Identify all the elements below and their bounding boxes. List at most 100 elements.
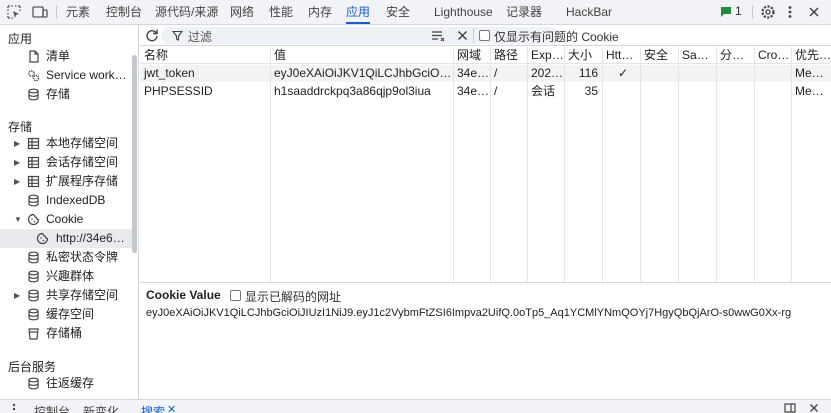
tab-elements[interactable]: 元素 [66, 0, 90, 24]
sidebar-item-label: Service work… [46, 68, 127, 82]
refresh-icon[interactable] [145, 28, 159, 42]
sidebar-item-label: 会话存储空间 [46, 155, 119, 169]
column-divider[interactable] [678, 47, 679, 283]
gear-icon[interactable] [760, 4, 776, 20]
cookie-cross-site [754, 65, 791, 82]
show-decoded-label: 显示已解码的网址 [245, 290, 342, 304]
show-decoded-checkbox[interactable] [230, 290, 241, 301]
close-icon[interactable] [808, 6, 820, 18]
sidebar-item-service-workers[interactable]: Service work… [0, 66, 132, 85]
sidebar-item-session-storage[interactable]: ▶ 会话存储空间 [0, 153, 132, 172]
database-icon [28, 270, 39, 283]
filter-placeholder: 过滤 [188, 30, 213, 44]
column-header-httponly[interactable]: Htt… [602, 47, 640, 64]
cookie-httponly [602, 83, 640, 100]
column-header-expires[interactable]: Expi… [527, 47, 564, 64]
issues-button[interactable]: 1 [720, 4, 748, 19]
sidebar-item-shared-storage[interactable]: ▶ 共享存储空间 [0, 286, 132, 305]
column-header-cross-site[interactable]: Cro… [754, 47, 791, 64]
drawer-menu-icon[interactable] [12, 403, 16, 413]
column-divider[interactable] [270, 47, 271, 283]
cookie-value-text[interactable]: eyJ0eXAiOiJKV1QiLCJhbGciOiJIUzI1NiJ9.eyJ… [146, 307, 826, 319]
sidebar-item-interest-groups[interactable]: 兴趣群体 [0, 267, 132, 286]
column-divider[interactable] [602, 47, 603, 283]
column-header-partition[interactable]: 分区… [716, 47, 754, 64]
database-icon [28, 289, 39, 302]
sidebar-item-local-storage[interactable]: ▶ 本地存储空间 [0, 134, 132, 153]
table-row[interactable]: jwt_token eyJ0eXAiOiJKV1QiLCJhbGciOiJIU…… [140, 65, 831, 82]
tab-hackbar[interactable]: HackBar [566, 0, 612, 24]
column-divider[interactable] [754, 47, 755, 283]
sidebar-item-label: 缓存空间 [46, 307, 95, 321]
tab-security[interactable]: 安全 [386, 0, 410, 24]
database-icon [28, 377, 39, 390]
sidebar-item-label: IndexedDB [46, 193, 106, 207]
collapse-arrow-icon[interactable]: ▼ [14, 210, 22, 229]
sidebar-item-label: Cookie [46, 212, 84, 226]
clear-filtered-icon[interactable] [431, 29, 446, 43]
sidebar-item-manifest[interactable]: 清单 [0, 47, 132, 66]
expand-arrow-icon[interactable]: ▶ [14, 153, 20, 172]
column-header-priority[interactable]: 优先… [791, 47, 831, 64]
sidebar-section-application: 应用 [8, 32, 33, 46]
tab-memory[interactable]: 内存 [308, 0, 332, 24]
drawer-tab-close-icon[interactable]: ✕ [167, 403, 176, 413]
cookie-path: / [494, 84, 498, 98]
sidebar-item-private-state-tokens[interactable]: 私密状态令牌 [0, 248, 132, 267]
issues-count: 1 [735, 4, 742, 18]
column-header-samesite[interactable]: Sam… [678, 47, 716, 64]
close-drawer-icon[interactable] [809, 403, 819, 413]
sidebar-scrollbar[interactable] [132, 55, 137, 253]
filter-icon [172, 30, 183, 41]
column-header-secure[interactable]: 安全 [640, 47, 678, 64]
drawer-tab-whats-new[interactable]: 新变化 [83, 403, 119, 413]
cookie-domain: 34e… [457, 84, 490, 98]
drawer-tab-console[interactable]: 控制台 [34, 403, 70, 413]
sidebar-item-cookie-origin[interactable]: http://34e6… [0, 229, 132, 248]
sidebar-item-extension-storage[interactable]: ▶ 扩展程序存储 [0, 172, 132, 191]
sidebar-item-label: 存储 [46, 87, 71, 101]
cookie-path: / [494, 66, 498, 80]
inspect-element-icon[interactable] [7, 5, 21, 19]
drawer-tab-search[interactable]: 搜索 [141, 403, 165, 413]
device-toolbar-icon[interactable] [32, 5, 48, 19]
column-divider[interactable] [640, 47, 641, 283]
column-divider[interactable] [453, 47, 454, 283]
sidebar-item-back-forward-cache[interactable]: 往返缓存 [0, 374, 132, 393]
column-header-name[interactable]: 名称 [140, 47, 270, 64]
sidebar-item-cookies[interactable]: ▼ Cookie [0, 210, 132, 229]
column-header-size[interactable]: 大小 [564, 47, 602, 64]
column-header-domain[interactable]: 网域 [453, 47, 490, 64]
delete-all-icon[interactable] [457, 30, 468, 41]
tab-network[interactable]: 网络 [230, 0, 254, 24]
more-options-icon[interactable] [787, 5, 793, 19]
sidebar-item-indexeddb[interactable]: IndexedDB [0, 191, 132, 210]
expand-arrow-icon[interactable]: ▶ [14, 286, 20, 305]
sidebar-item-storage-overview[interactable]: 存储 [0, 85, 132, 104]
tab-application[interactable]: 应用 [346, 0, 371, 24]
sidebar-item-storage-buckets[interactable]: 存储桶 [0, 324, 132, 343]
column-header-path[interactable]: 路径 [490, 47, 527, 64]
table-row[interactable]: PHPSESSID h1saaddrckpq3a86qjp9ol3iua 34e… [140, 83, 831, 100]
file-icon [29, 50, 39, 63]
column-divider[interactable] [527, 47, 528, 283]
cookie-value-panel: Cookie Value 显示已解码的网址 eyJ0eXAiOiJKV1QiLC… [140, 284, 831, 399]
tab-console[interactable]: 控制台 [106, 0, 142, 24]
sidebar-item-cache-storage[interactable]: 缓存空间 [0, 305, 132, 324]
tab-performance[interactable]: 性能 [269, 0, 293, 24]
column-divider[interactable] [791, 47, 792, 283]
expand-arrow-icon[interactable]: ▶ [14, 172, 20, 191]
column-divider[interactable] [716, 47, 717, 283]
column-divider[interactable] [564, 47, 565, 283]
expand-arrow-icon[interactable]: ▶ [14, 134, 20, 153]
cookie-priority: Me… [795, 66, 824, 80]
dock-icon[interactable] [784, 403, 796, 413]
tab-sources[interactable]: 源代码/来源 [155, 0, 218, 24]
only-issues-checkbox[interactable] [479, 30, 490, 41]
cookie-name: jwt_token [144, 66, 195, 80]
column-header-value[interactable]: 值 [270, 47, 453, 64]
column-divider[interactable] [490, 47, 491, 283]
tab-lighthouse[interactable]: Lighthouse [434, 0, 493, 24]
tab-recorder[interactable]: 记录器 [506, 0, 542, 24]
table-icon [27, 175, 40, 188]
